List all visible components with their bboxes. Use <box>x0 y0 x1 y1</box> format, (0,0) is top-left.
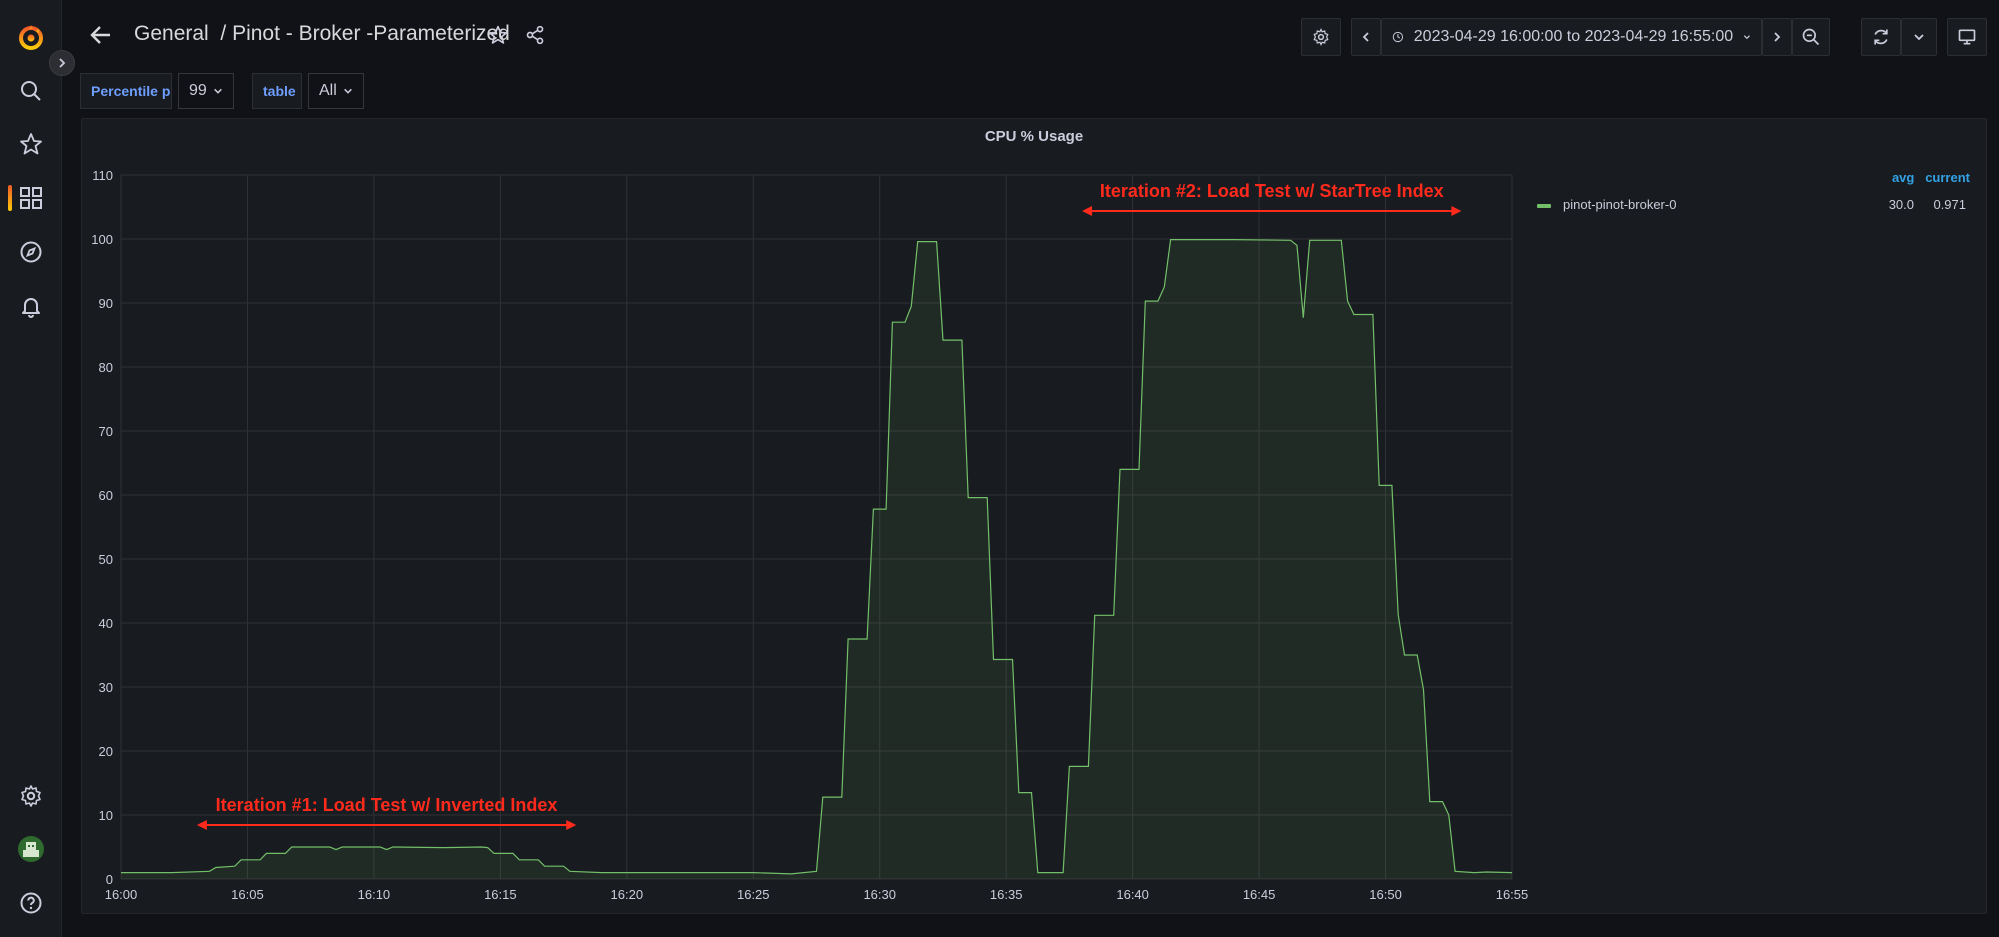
star-icon <box>488 25 508 44</box>
explore-compass-icon[interactable] <box>10 231 52 273</box>
zoom-out-button[interactable] <box>1792 18 1830 56</box>
x-tick-label: 16:45 <box>1243 887 1276 902</box>
y-tick-label: 60 <box>99 488 113 503</box>
grafana-logo-icon[interactable] <box>10 16 52 58</box>
dashboard-title[interactable]: Pinot - Broker -Parameterized <box>232 22 510 45</box>
annotation-arrowhead-right <box>566 820 577 830</box>
x-tick-label: 16:00 <box>105 887 138 902</box>
variable-label-table: table <box>252 73 302 109</box>
legend-header-current[interactable]: current <box>1925 170 1970 185</box>
breadcrumb: General / Pinot - Broker -Parameterized <box>134 22 510 46</box>
breadcrumb-separator: / <box>220 22 227 45</box>
x-tick-label: 16:05 <box>231 887 264 902</box>
tv-mode-button[interactable] <box>1947 18 1987 56</box>
y-tick-label: 30 <box>99 680 113 695</box>
y-tick-label: 70 <box>99 424 113 439</box>
x-tick-label: 16:35 <box>990 887 1023 902</box>
star-icon[interactable] <box>10 123 52 165</box>
variable-select-percentile[interactable]: 99 <box>178 73 234 109</box>
y-tick-label: 40 <box>99 616 113 631</box>
back-button[interactable] <box>86 20 116 50</box>
x-tick-label: 16:55 <box>1496 887 1529 902</box>
settings-gear-icon[interactable] <box>10 775 52 817</box>
search-icon[interactable] <box>10 70 52 112</box>
time-range-picker[interactable]: 2023-04-29 16:00:00 to 2023-04-29 16:55:… <box>1381 18 1762 56</box>
dashboard-navbar: General / Pinot - Broker -Parameterized … <box>62 0 1999 74</box>
x-tick-label: 16:25 <box>737 887 770 902</box>
time-shift-back-button[interactable] <box>1351 18 1381 56</box>
refresh-interval-dropdown[interactable] <box>1901 18 1937 56</box>
expand-sidebar-button[interactable] <box>49 50 75 76</box>
alerting-bell-icon[interactable] <box>10 285 52 327</box>
arrow-left-icon <box>90 26 110 44</box>
annotation-arrowhead-left <box>1082 206 1093 216</box>
variable-select-table[interactable]: All <box>308 73 364 109</box>
share-dashboard-button[interactable] <box>522 22 548 48</box>
y-tick-label: 20 <box>99 744 113 759</box>
clock-icon <box>1392 31 1404 43</box>
legend-color-swatch <box>1537 204 1551 208</box>
y-tick-label: 10 <box>99 808 113 823</box>
monitor-icon <box>1958 29 1976 45</box>
y-tick-label: 100 <box>91 232 113 247</box>
annotation-iteration-1: Iteration #1: Load Test w/ Inverted Inde… <box>215 795 558 815</box>
variable-label-percentile: Percentile p <box>80 73 172 109</box>
breadcrumb-folder[interactable]: General <box>134 22 209 45</box>
legend-series-name[interactable]: pinot-pinot-broker-0 <box>1563 197 1676 212</box>
share-icon <box>526 25 544 45</box>
legend-avg-value: 30.0 <box>1888 197 1914 212</box>
time-shift-forward-button[interactable] <box>1762 18 1792 56</box>
annotation-arrowhead-left <box>196 820 207 830</box>
zoom-out-icon <box>1802 28 1820 46</box>
y-tick-label: 110 <box>92 168 113 183</box>
time-range-label: 2023-04-29 16:00:00 to 2023-04-29 16:55:… <box>1413 28 1734 45</box>
refresh-icon <box>1874 29 1888 45</box>
mark-favorite-button[interactable] <box>485 22 511 48</box>
help-icon[interactable] <box>10 882 52 924</box>
y-tick-label: 50 <box>99 552 113 567</box>
user-avatar-icon[interactable] <box>10 828 52 870</box>
variable-value-percentile: 99 <box>189 82 207 99</box>
legend-item[interactable]: pinot-pinot-broker-0 30.0 0.971 <box>1530 197 1970 215</box>
legend-current-value: 0.971 <box>1933 197 1966 212</box>
annotation-arrowhead-right <box>1451 206 1462 216</box>
sidebar <box>0 0 62 937</box>
chevron-down-icon <box>213 88 222 94</box>
y-tick-label: 0 <box>106 872 113 887</box>
dashboard-settings-button[interactable] <box>1301 18 1341 56</box>
refresh-button[interactable] <box>1861 18 1901 56</box>
chevron-down-icon <box>343 88 352 94</box>
x-tick-label: 16:10 <box>358 887 391 902</box>
chevron-right-icon <box>1774 32 1781 42</box>
annotation-iteration-2: Iteration #2: Load Test w/ StarTree Inde… <box>1099 181 1444 201</box>
chevron-down-icon <box>1744 35 1751 40</box>
dashboards-icon[interactable] <box>10 177 52 219</box>
gear-icon <box>1313 28 1329 46</box>
x-tick-label: 16:30 <box>863 887 896 902</box>
chevron-right-icon <box>59 58 66 68</box>
variable-value-table: All <box>319 82 337 99</box>
cpu-usage-panel: CPU % Usage 0 10 20 30 40 50 60 70 80 90 100 110 16:… <box>81 118 1987 914</box>
chevron-left-icon <box>1362 32 1369 42</box>
x-tick-label: 16:20 <box>611 887 644 902</box>
legend-header: avg current <box>1892 170 1970 185</box>
x-tick-label: 16:40 <box>1116 887 1149 902</box>
x-tick-label: 16:15 <box>484 887 517 902</box>
legend-header-avg[interactable]: avg <box>1892 170 1914 185</box>
y-tick-label: 90 <box>99 296 113 311</box>
y-tick-label: 80 <box>99 360 113 375</box>
x-tick-label: 16:50 <box>1369 887 1402 902</box>
chevron-down-icon <box>1914 34 1924 41</box>
